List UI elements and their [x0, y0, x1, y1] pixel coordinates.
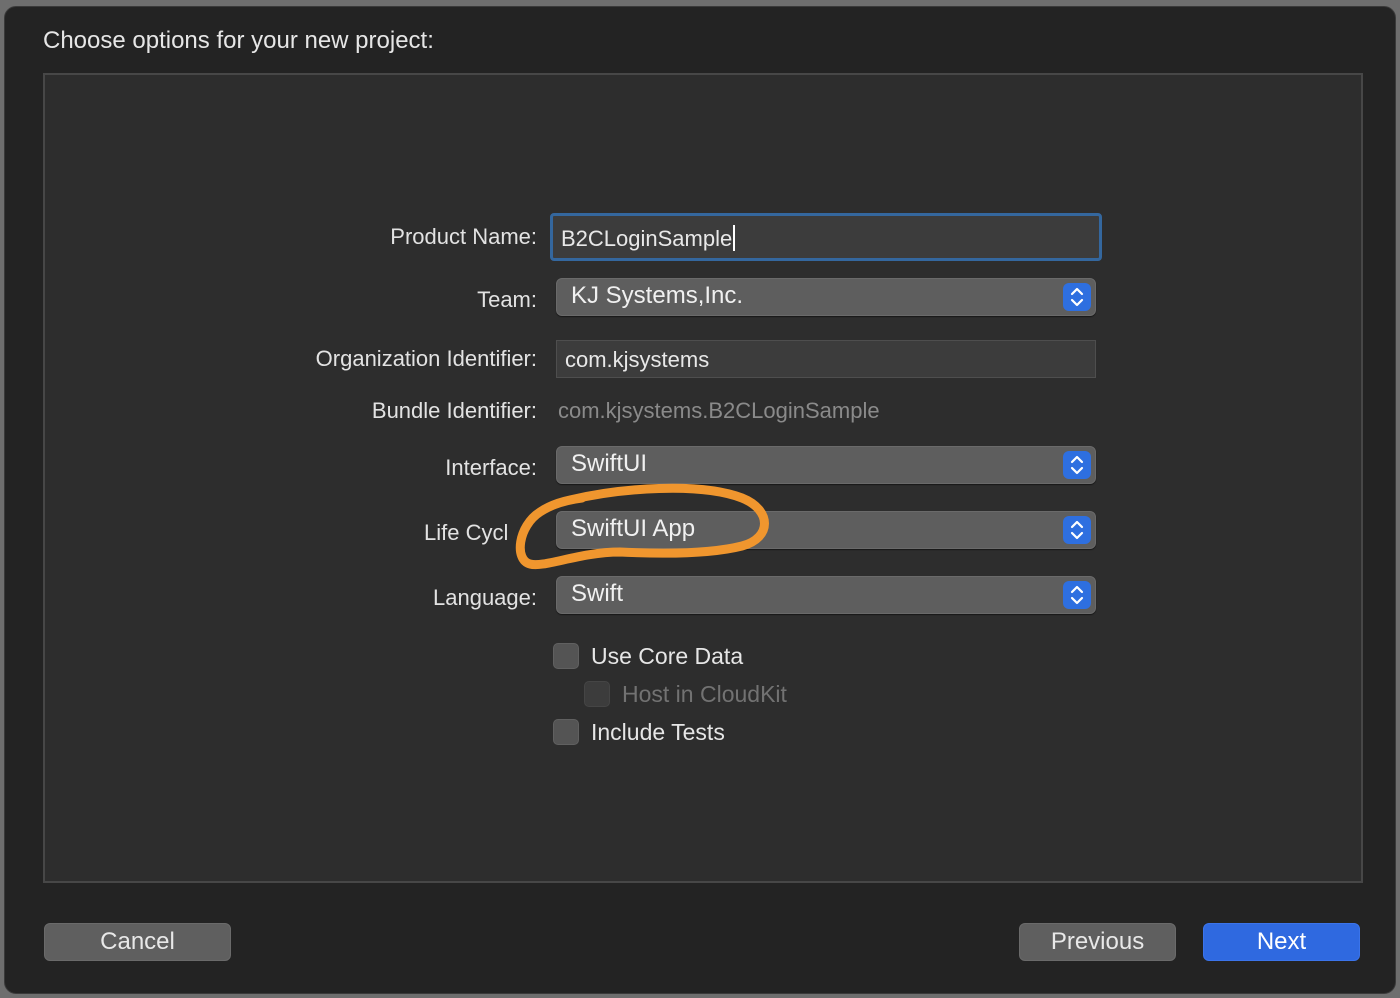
bundle-identifier-value: com.kjsystems.B2CLoginSample: [558, 398, 880, 423]
team-label: Team:: [477, 287, 537, 312]
product-name-field[interactable]: B2CLoginSample: [550, 213, 1102, 261]
next-button[interactable]: Next: [1203, 923, 1360, 961]
organization-identifier-field[interactable]: com.kjsystems: [556, 340, 1096, 378]
include-tests-label: Include Tests: [591, 719, 725, 745]
dialog-title: Choose options for your new project:: [43, 27, 434, 54]
chevron-up-down-icon: [1063, 581, 1091, 609]
chevron-up-down-icon: [1063, 283, 1091, 311]
language-popup[interactable]: Swift: [556, 576, 1096, 614]
text-caret: [733, 225, 736, 251]
language-label: Language:: [433, 585, 537, 610]
team-popup[interactable]: KJ Systems,Inc.: [556, 278, 1096, 316]
cancel-button[interactable]: Cancel: [44, 923, 231, 961]
use-core-data-label: Use Core Data: [591, 643, 744, 669]
interface-value: SwiftUI: [571, 450, 648, 477]
product-name-value: B2CLoginSample: [561, 226, 733, 251]
chevron-up-down-icon: [1063, 451, 1091, 479]
bundle-identifier-label: Bundle Identifier:: [371, 398, 537, 423]
life-cycle-label: Life Cycl: [424, 520, 509, 545]
interface-popup[interactable]: SwiftUI: [556, 446, 1096, 484]
host-in-cloudkit-label: Host in CloudKit: [622, 681, 787, 707]
product-name-label: Product Name:: [390, 224, 537, 249]
host-in-cloudkit-checkbox: [584, 681, 610, 707]
organization-identifier-value: com.kjsystems: [565, 347, 710, 372]
use-core-data-checkbox[interactable]: [553, 643, 579, 669]
life-cycle-value: SwiftUI App: [571, 515, 696, 542]
chevron-up-down-icon: [1063, 516, 1091, 544]
life-cycle-popup[interactable]: SwiftUI App: [556, 511, 1096, 549]
interface-label: Interface:: [445, 455, 537, 480]
previous-button[interactable]: Previous: [1019, 923, 1176, 961]
new-project-dialog: Choose options for your new project:: [4, 6, 1396, 994]
organization-identifier-label: Organization Identifier:: [315, 346, 537, 371]
language-value: Swift: [571, 580, 624, 607]
include-tests-checkbox[interactable]: [553, 719, 579, 745]
team-value: KJ Systems,Inc.: [571, 282, 744, 309]
